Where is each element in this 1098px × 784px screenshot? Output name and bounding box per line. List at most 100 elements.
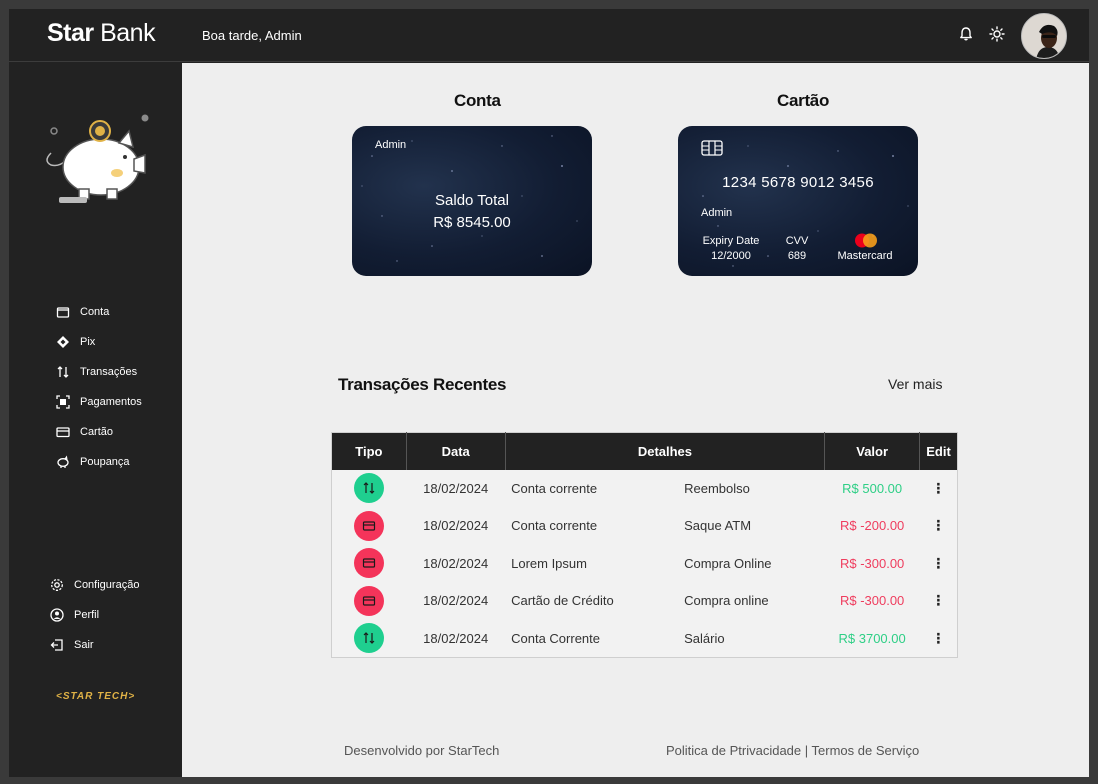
sidebar-item-label: Pagamentos bbox=[80, 396, 142, 408]
credit-card[interactable]: 1234 5678 9012 3456 Admin Expiry Date 12… bbox=[678, 126, 918, 276]
sidebar-item-conta[interactable]: Conta bbox=[56, 297, 142, 327]
column-header-valor: Valor bbox=[824, 432, 921, 470]
sidebar-item-label: Poupança bbox=[80, 456, 130, 468]
credit-card-icon bbox=[363, 558, 376, 568]
bell-icon[interactable] bbox=[958, 26, 974, 42]
type-cell bbox=[332, 470, 407, 508]
more-options-icon[interactable]: ⋮ bbox=[920, 545, 958, 583]
card-number: 1234 5678 9012 3456 bbox=[722, 174, 874, 191]
card-holder: Admin bbox=[701, 207, 733, 219]
details-cell: Conta corrente Reembolso bbox=[505, 470, 825, 508]
more-options-icon[interactable]: ⋮ bbox=[920, 470, 958, 508]
table-row: 18/02/2024 Conta corrente Reembolso R$ 500.… bbox=[332, 470, 958, 508]
user-icon bbox=[50, 608, 64, 622]
column-header-detalhes: Detalhes bbox=[505, 432, 826, 470]
balance-label: Saldo Total bbox=[435, 192, 509, 209]
value-cell: R$ -300.00 bbox=[839, 555, 905, 571]
sidebar-item-pagamentos[interactable]: Pagamentos bbox=[56, 387, 142, 417]
sidebar-item-label: Cartão bbox=[80, 426, 114, 438]
transfer-arrows-icon bbox=[57, 366, 69, 378]
details-cell: Conta corrente Saque ATM bbox=[505, 507, 825, 545]
expense-badge bbox=[354, 585, 385, 616]
user-photo-icon bbox=[1022, 14, 1066, 58]
transactions-table: Tipo Data Detalhes Valor Edit 18/02/2024… bbox=[331, 432, 958, 658]
sidebar-item-sair[interactable]: Sair bbox=[50, 630, 139, 660]
transaction-description: Reembolso bbox=[684, 480, 750, 496]
credit-card-icon bbox=[56, 427, 70, 438]
column-header-edit: Edit bbox=[919, 432, 958, 470]
sidebar-item-label: Sair bbox=[74, 639, 94, 651]
scan-icon bbox=[56, 395, 70, 409]
sidebar-item-label: Conta bbox=[80, 306, 110, 318]
date-cell: 18/02/2024 bbox=[423, 630, 489, 646]
sidebar-item-pix[interactable]: Pix bbox=[56, 327, 142, 357]
value-cell: R$ -300.00 bbox=[839, 593, 905, 609]
table-row: 18/02/2024 Lorem Ipsum Compra Online R$ -30… bbox=[332, 545, 958, 583]
transaction-description: Saque ATM bbox=[684, 518, 752, 534]
footer-separator: | bbox=[804, 743, 809, 758]
sidebar-item-transacoes[interactable]: Transações bbox=[56, 357, 142, 387]
account-name: Cartão de Crédito bbox=[511, 593, 614, 609]
terms-of-service-link[interactable]: Termos de Serviço bbox=[812, 743, 920, 758]
account-holder: Admin bbox=[375, 139, 407, 151]
table-header-row: Tipo Data Detalhes Valor Edit bbox=[331, 432, 958, 470]
expiry-label: Expiry Date bbox=[702, 235, 760, 247]
startech-logo: <STAR TECH> bbox=[56, 691, 136, 702]
income-badge bbox=[354, 623, 385, 653]
privacy-policy-link[interactable]: Politica de Ptrivacidade bbox=[666, 743, 801, 758]
expense-badge bbox=[354, 548, 385, 579]
cvv-label: CVV bbox=[785, 235, 809, 247]
wallet-icon bbox=[56, 307, 70, 318]
piggy-bank-illustration-icon bbox=[46, 114, 149, 203]
sidebar-item-label: Transações bbox=[80, 366, 138, 378]
type-cell bbox=[332, 545, 407, 583]
chip-icon bbox=[701, 140, 723, 156]
details-cell: Conta Corrente Salário bbox=[505, 620, 825, 658]
value-cell: R$ 500.00 bbox=[842, 480, 903, 496]
sidebar-item-configuracao[interactable]: Configuração bbox=[50, 570, 139, 600]
details-cell: Cartão de Crédito Compra online bbox=[505, 582, 825, 620]
expense-badge bbox=[354, 510, 385, 541]
sidebar-item-cartao[interactable]: Cartão bbox=[56, 417, 142, 447]
account-name: Conta corrente bbox=[511, 480, 598, 496]
type-cell bbox=[332, 582, 407, 620]
transaction-description: Compra Online bbox=[684, 555, 772, 571]
footer-links: Politica de Ptrivacidade | Termos de Ser… bbox=[666, 743, 919, 758]
date-cell: 18/02/2024 bbox=[423, 555, 489, 571]
sidebar-item-perfil[interactable]: Perfil bbox=[50, 600, 139, 630]
transaction-description: Salário bbox=[684, 630, 725, 646]
expiry-value: 12/2000 bbox=[711, 250, 751, 262]
date-cell: 18/02/2024 bbox=[423, 518, 489, 534]
type-cell bbox=[332, 620, 407, 658]
more-options-icon[interactable]: ⋮ bbox=[920, 620, 958, 658]
account-name: Conta corrente bbox=[511, 518, 598, 534]
transfer-arrows-icon bbox=[363, 482, 375, 495]
more-options-icon[interactable]: ⋮ bbox=[920, 507, 958, 545]
avatar[interactable] bbox=[1021, 13, 1067, 59]
account-name: Conta Corrente bbox=[511, 630, 600, 646]
sidebar-item-poupanca[interactable]: Poupança bbox=[56, 447, 142, 477]
pix-icon bbox=[57, 336, 69, 348]
transfer-arrows-icon bbox=[363, 632, 375, 644]
greeting-text: Boa tarde, Admin bbox=[202, 28, 302, 43]
date-cell: 18/02/2024 bbox=[423, 480, 489, 496]
sun-icon[interactable] bbox=[989, 26, 1005, 42]
brand-logo[interactable]: Star Bank bbox=[47, 19, 156, 48]
sidebar-settings-nav: Configuração Perfil Sair bbox=[50, 570, 139, 660]
gear-icon bbox=[51, 579, 63, 591]
column-header-data: Data bbox=[406, 432, 506, 470]
column-header-tipo: Tipo bbox=[331, 432, 407, 470]
mastercard-icon bbox=[855, 233, 877, 248]
main-content: Conta Cartão Admin Saldo Total R$ 8545.0… bbox=[182, 63, 1089, 777]
income-badge bbox=[354, 473, 385, 504]
see-more-link[interactable]: Ver mais bbox=[888, 376, 942, 392]
app-window: Star Bank Boa tarde, Admin Conta Pix Tra… bbox=[9, 9, 1089, 777]
more-options-icon[interactable]: ⋮ bbox=[920, 582, 958, 620]
sidebar-item-label: Perfil bbox=[74, 609, 100, 621]
credit-card-icon bbox=[363, 521, 376, 531]
details-cell: Lorem Ipsum Compra Online bbox=[505, 545, 825, 583]
account-card[interactable]: Admin Saldo Total R$ 8545.00 bbox=[352, 126, 592, 276]
value-cell: R$ 3700.00 bbox=[838, 630, 906, 646]
balance-value: R$ 8545.00 bbox=[433, 214, 511, 231]
table-row: 18/02/2024 Conta Corrente Salário R$ 3700.0… bbox=[332, 620, 958, 658]
